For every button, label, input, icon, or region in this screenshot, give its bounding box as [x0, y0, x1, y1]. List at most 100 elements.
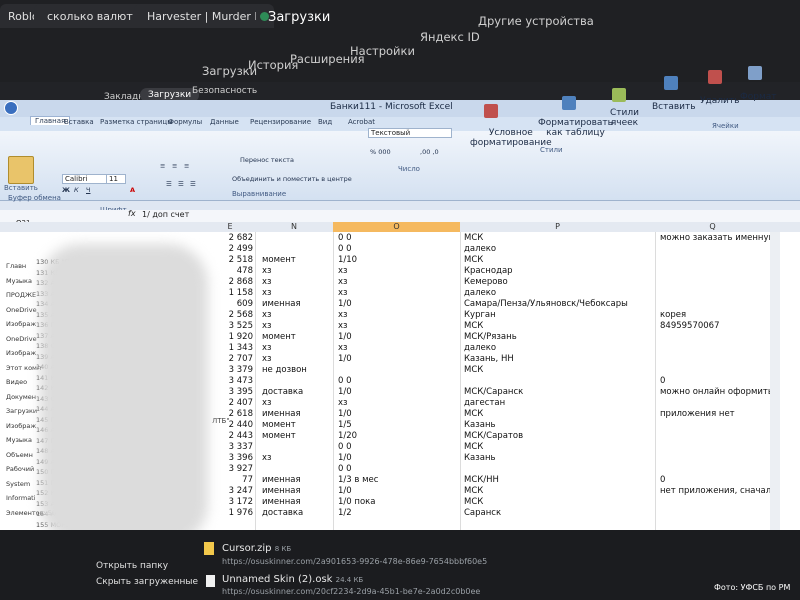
nav-item[interactable]: Настройки	[350, 44, 415, 58]
browser-tab[interactable]: Harvester | Murder Myste	[134, 4, 268, 28]
column-header-selected[interactable]: O	[333, 222, 460, 232]
nav-item[interactable]: Другие устройства	[478, 14, 594, 28]
decimal-icon[interactable]: ,00 ,0	[420, 148, 439, 156]
explorer-item[interactable]: OneDrive	[6, 306, 37, 314]
cell-o[interactable]: 1/0 пока	[338, 498, 456, 507]
bold-icon[interactable]: Ж	[62, 186, 70, 194]
cell-p[interactable]: далеко	[464, 344, 654, 353]
format-table-button[interactable]: Форматировать как таблицу	[538, 118, 613, 139]
align-left-icon[interactable]: ☰	[166, 180, 172, 188]
tab-acrobat[interactable]: Acrobat	[348, 118, 375, 126]
cell-q[interactable]: можно заказать именную	[660, 234, 776, 243]
explorer-item[interactable]: Изображ	[6, 349, 36, 357]
cell-p[interactable]: МСК	[464, 410, 654, 419]
cell-n[interactable]: именная	[262, 410, 332, 419]
explorer-item[interactable]: Загрузки	[6, 407, 37, 415]
explorer-item[interactable]: Музыка	[6, 277, 32, 285]
cell-n[interactable]: не дозвон	[262, 366, 332, 375]
cell-e[interactable]: 3 379	[205, 366, 253, 375]
cell-p[interactable]: МСК/Рязань	[464, 333, 654, 342]
cell-o[interactable]: 0 0	[338, 377, 456, 386]
cell-e[interactable]: 3 247	[205, 487, 253, 496]
paste-icon[interactable]	[8, 156, 34, 184]
cell-o[interactable]: 1/0	[338, 300, 456, 309]
cell-o[interactable]: 1/0	[338, 454, 456, 463]
cell-o[interactable]: хз	[338, 267, 456, 276]
fx-icon[interactable]: fx	[128, 209, 136, 218]
cell-e[interactable]: 3 473	[205, 377, 253, 386]
cell-o[interactable]: хз	[338, 289, 456, 298]
explorer-item[interactable]: Видео	[6, 378, 27, 386]
cell-q[interactable]: 84959570067	[660, 322, 770, 331]
nav-item[interactable]: Безопасность	[192, 86, 257, 96]
cell-e[interactable]: 1 343	[205, 344, 253, 353]
cell-n[interactable]: хз	[262, 278, 332, 287]
cell-p[interactable]: МСК/НН	[464, 476, 654, 485]
explorer-item[interactable]: Главн	[6, 262, 26, 270]
download-url[interactable]: https://osuskinner.com/2a901653-9926-478…	[222, 557, 487, 566]
tab-insert[interactable]: Вставка	[64, 118, 94, 126]
explorer-item[interactable]: Изображ	[6, 422, 36, 430]
cell-o[interactable]: 1/0	[338, 410, 456, 419]
explorer-item[interactable]: Объемн	[6, 451, 33, 459]
cell-e[interactable]: 2 868	[205, 278, 253, 287]
cell-n[interactable]: хз	[262, 311, 332, 320]
tab-formulas[interactable]: Формулы	[168, 118, 202, 126]
cell-o[interactable]: 0 0	[338, 234, 456, 243]
align-top-icon[interactable]: ≡	[160, 162, 165, 170]
cell-q[interactable]: приложения нет	[660, 410, 770, 419]
cell-e[interactable]: 1 158	[205, 289, 253, 298]
cell-o[interactable]: 1/2	[338, 509, 456, 518]
cell-p[interactable]: МСК	[464, 443, 654, 452]
cell-o[interactable]: хз	[338, 278, 456, 287]
cell-n[interactable]: момент	[262, 432, 332, 441]
cell-n[interactable]: хз	[262, 399, 332, 408]
cell-p[interactable]: Краснодар	[464, 267, 654, 276]
cell-p[interactable]: МСК/Саранск	[464, 388, 654, 397]
column-header[interactable]: P	[460, 222, 655, 232]
cell-n[interactable]: именная	[262, 476, 332, 485]
cell-q[interactable]: 0	[660, 476, 770, 485]
cell-o[interactable]: 0 0	[338, 443, 456, 452]
cell-n[interactable]: момент	[262, 256, 332, 265]
cell-styles-button[interactable]: Стили ячеек	[610, 108, 639, 129]
cell-p[interactable]: МСК	[464, 487, 654, 496]
cell-e[interactable]: 3 525	[205, 322, 253, 331]
cell-q[interactable]: нет приложения, сначала	[660, 487, 776, 496]
cell-o[interactable]: 1/0	[338, 487, 456, 496]
font-name-input[interactable]: Calibri	[62, 174, 108, 184]
cell-o[interactable]: 1/3 в мес	[338, 476, 456, 485]
download-url[interactable]: https://osuskinner.com/20cf2234-2d9a-45b…	[222, 587, 480, 596]
cell-e[interactable]: 3 395	[205, 388, 253, 397]
cell-e[interactable]: 1 976	[205, 509, 253, 518]
cell-n[interactable]: доставка	[262, 388, 332, 397]
cell-q[interactable]: корея	[660, 311, 770, 320]
explorer-item[interactable]: OneDrive	[6, 335, 37, 343]
percent-icon[interactable]: % 000	[370, 148, 391, 156]
cell-e[interactable]: 2 707	[205, 355, 253, 364]
cell-q[interactable]: 0	[660, 377, 770, 386]
tab-data[interactable]: Данные	[210, 118, 239, 126]
cell-e[interactable]: 3 927	[205, 465, 253, 474]
insert-cells-button[interactable]: Вставить	[652, 102, 696, 112]
cell-e[interactable]: 2 407	[205, 399, 253, 408]
cell-n[interactable]: хз	[262, 355, 332, 364]
cell-p[interactable]: МСК	[464, 366, 654, 375]
nav-item[interactable]: Яндекс ID	[420, 30, 480, 44]
explorer-item[interactable]: Докумен	[6, 393, 36, 401]
italic-icon[interactable]: К	[74, 186, 79, 194]
merge-center-button[interactable]: Объединить и поместить в центре	[232, 175, 352, 183]
cell-q[interactable]: можно онлайн оформить	[660, 388, 773, 397]
cell-o[interactable]: 0 0	[338, 245, 456, 254]
office-button-icon[interactable]	[4, 101, 18, 115]
align-middle-icon[interactable]: ≡	[172, 162, 177, 170]
cell-p[interactable]: МСК	[464, 322, 654, 331]
tab-review[interactable]: Рецензирование	[250, 118, 311, 126]
font-color-icon[interactable]: A	[130, 186, 135, 194]
cell-e[interactable]: 3 337	[205, 443, 253, 452]
cell-n[interactable]: хз	[262, 267, 332, 276]
cell-e[interactable]: 3 172	[205, 498, 253, 507]
cell-n[interactable]: хз	[262, 344, 332, 353]
cell-e[interactable]: 2 682	[205, 234, 253, 243]
cell-e[interactable]: 2 518	[205, 256, 253, 265]
